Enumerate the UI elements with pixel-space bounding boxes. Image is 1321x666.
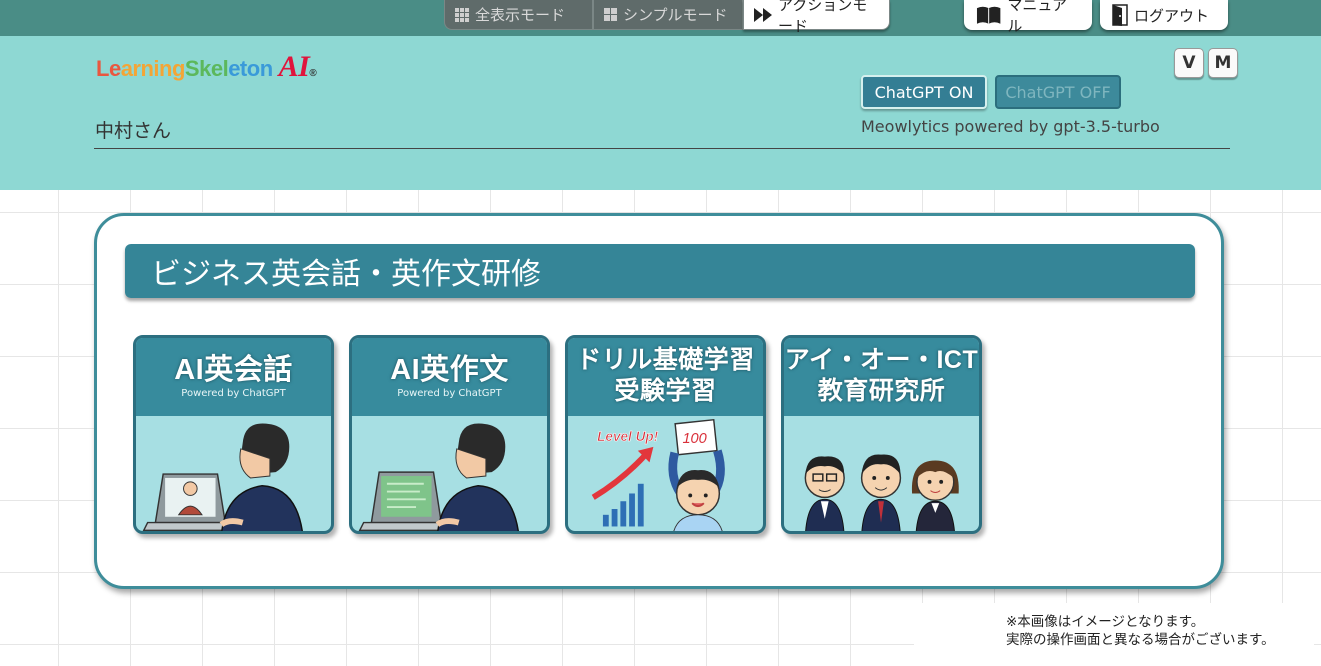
grid-nine-icon xyxy=(455,7,469,22)
mode-switcher: 全表示モード シンプルモード アクションモード xyxy=(444,0,890,35)
tile-ai-conversation[interactable]: AI英会話 Powered by ChatGPT xyxy=(133,335,334,534)
tile-title: AI英作文 xyxy=(390,354,509,386)
score-text: 100 xyxy=(682,431,706,447)
m-button[interactable]: M xyxy=(1208,48,1238,78)
panel-title: ビジネス英会話・英作文研修 xyxy=(125,244,1195,298)
tile-header: ドリル基礎学習 受験学習 xyxy=(568,338,763,416)
chatgpt-on-button[interactable]: ChatGPT ON xyxy=(861,75,987,109)
user-name: 中村さん xyxy=(95,120,172,142)
logout-button[interactable]: ログアウト xyxy=(1100,0,1228,30)
tile-title-line1: アイ・オー・ICT xyxy=(784,346,979,374)
tile-header: AI英会話 Powered by ChatGPT xyxy=(136,338,331,416)
top-bar: 全表示モード シンプルモード アクションモード マニュアル ログアウト xyxy=(0,0,1321,36)
tile-header: AI英作文 Powered by ChatGPT xyxy=(352,338,547,416)
tile-title-line2: 受験学習 xyxy=(614,377,717,405)
tile-title-line1: ドリル基礎学習 xyxy=(576,346,755,374)
mode-label: アクションモード xyxy=(778,0,868,35)
manual-button[interactable]: マニュアル xyxy=(964,0,1092,35)
tile-subtitle: Powered by ChatGPT xyxy=(397,388,502,399)
app-logo: Le arning Skel eton AI ® xyxy=(96,50,317,83)
course-panel: ビジネス英会話・英作文研修 AI英会話 Powered by ChatGPT A… xyxy=(94,213,1224,589)
level-up-text: Level Up! xyxy=(597,429,659,444)
v-button[interactable]: V xyxy=(1174,48,1204,78)
disclaimer-line1: ※本画像はイメージとなります。 xyxy=(1006,614,1205,630)
chatgpt-off-button[interactable]: ChatGPT OFF xyxy=(995,75,1121,109)
mode-label: シンプルモード xyxy=(623,6,728,24)
video-call-illustration xyxy=(142,423,303,531)
logout-label: ログアウト xyxy=(1134,6,1210,25)
tile-title: AI英会話 xyxy=(174,354,293,386)
disclaimer-notice: ※本画像はイメージとなります。 実際の操作画面と異なる場合がございます。 xyxy=(914,603,1314,666)
door-icon xyxy=(1112,4,1128,26)
tile-header: アイ・オー・ICT 教育研究所 xyxy=(784,338,979,416)
fast-forward-icon xyxy=(754,7,772,22)
level-up-illustration: Level Up! 100 xyxy=(591,418,725,531)
disclaimer-line2: 実際の操作画面と異なる場合がございます。 xyxy=(1006,632,1275,648)
tile-ict-institute[interactable]: アイ・オー・ICT 教育研究所 xyxy=(781,335,982,534)
top-right-actions: マニュアル ログアウト xyxy=(964,0,1228,35)
tile-subtitle: Powered by ChatGPT xyxy=(181,388,286,399)
course-tiles: AI英会話 Powered by ChatGPT AI英作文 Powered b… xyxy=(133,335,982,534)
header: Le arning Skel eton AI ® 中村さん ChatGPT ON Ch… xyxy=(0,36,1321,190)
mode-button-full[interactable]: 全表示モード xyxy=(444,0,593,30)
header-divider xyxy=(94,148,1230,149)
mode-button-simple[interactable]: シンプルモード xyxy=(593,0,743,30)
writing-illustration xyxy=(358,423,519,531)
manual-label: マニュアル xyxy=(1007,0,1068,35)
staff-illustration xyxy=(804,454,959,531)
grid-four-icon xyxy=(604,8,617,21)
book-icon xyxy=(976,6,1001,24)
tile-drill-study[interactable]: ドリル基礎学習 受験学習 Level Up! 100 xyxy=(565,335,766,534)
tile-title-line2: 教育研究所 xyxy=(817,377,946,405)
mode-button-action[interactable]: アクションモード xyxy=(743,0,890,35)
tile-ai-writing[interactable]: AI英作文 Powered by ChatGPT xyxy=(349,335,550,534)
powered-by-text: Meowlytics powered by gpt-3.5-turbo xyxy=(861,117,1160,136)
view-mode-buttons: V M xyxy=(1174,48,1238,78)
mode-label: 全表示モード xyxy=(475,6,566,24)
chatgpt-toggle: ChatGPT ON ChatGPT OFF xyxy=(861,75,1121,109)
